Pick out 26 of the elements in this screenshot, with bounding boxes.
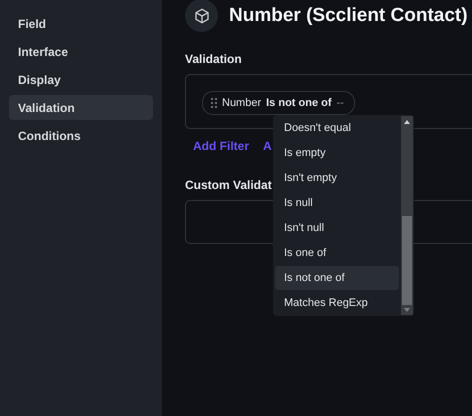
add-link[interactable]: A xyxy=(263,139,272,153)
dropdown-option[interactable]: Matches RegExp xyxy=(275,291,399,315)
drag-handle-icon[interactable] xyxy=(211,98,217,108)
section-label: Validation xyxy=(185,52,242,66)
cube-icon xyxy=(194,8,210,24)
sidebar-item[interactable]: Conditions xyxy=(9,123,153,148)
sidebar-item[interactable]: Display xyxy=(9,67,153,92)
scroll-down-icon[interactable] xyxy=(404,308,410,312)
dropdown-option[interactable]: Is empty xyxy=(275,141,399,165)
dropdown-option[interactable]: Is not one of xyxy=(275,266,399,290)
dropdown-option[interactable]: Is one of xyxy=(275,241,399,265)
dropdown-option[interactable]: Isn't empty xyxy=(275,166,399,190)
sidebar-item[interactable]: Validation xyxy=(9,95,153,120)
scrollbar[interactable] xyxy=(401,116,413,315)
scroll-up-icon[interactable] xyxy=(404,120,410,124)
add-link[interactable]: Add Filter xyxy=(193,139,249,153)
sidebar-item[interactable]: Interface xyxy=(9,39,153,64)
sidebar-item[interactable]: Field xyxy=(9,11,153,36)
scrollbar-thumb[interactable] xyxy=(402,216,412,305)
filter-operator[interactable]: Is not one of xyxy=(266,97,332,109)
filter-field: Number xyxy=(222,97,262,109)
dropdown-option[interactable]: Is null xyxy=(275,191,399,215)
section-label: Custom Validat xyxy=(185,178,272,192)
page-title: Number (Scclient Contact) xyxy=(229,4,468,26)
dropdown-option[interactable]: Doesn't equal xyxy=(275,116,399,140)
dropdown-option[interactable]: Isn't null xyxy=(275,216,399,240)
